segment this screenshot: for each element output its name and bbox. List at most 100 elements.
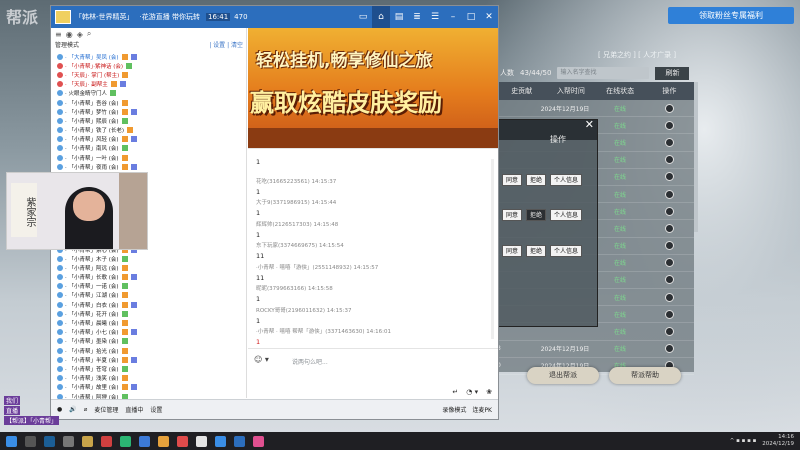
message-sender[interactable]: 辉辉帅(2126517303) 14:15:48 (256, 220, 338, 228)
member-item[interactable]: · 「小青帮」·紫神话 (会) (51, 61, 246, 70)
message-sender[interactable]: 花吃(31665223561) 14:15:37 (256, 177, 336, 185)
app-icon[interactable] (196, 435, 207, 447)
member-item[interactable]: · 「小青帮」白衣 (会) (51, 300, 246, 309)
message-sender[interactable]: 东下玩家(3374669675) 14:15:54 (256, 241, 344, 249)
action-icon[interactable] (665, 120, 674, 130)
minimize-icon[interactable]: – (444, 6, 462, 28)
live-button[interactable]: 直播中 (125, 405, 143, 414)
chat-bubble-icon[interactable]: ◔ ▾ (466, 388, 478, 396)
mic-manage-button[interactable]: 麦位管理 (94, 405, 118, 414)
action-icon[interactable] (665, 223, 674, 233)
action-icon[interactable] (665, 344, 674, 354)
panel-icon[interactable]: ▤ (390, 6, 408, 28)
member-item[interactable]: · 「天辰」· 副帮主 (51, 80, 246, 89)
volume-icon[interactable]: 🔊 (69, 406, 76, 413)
message-sender[interactable]: ·小青帮 · 嘻嘻 帮帮「游侠」(3371463630) 14:16:01 (256, 327, 391, 335)
welfare-button[interactable]: 领取粉丝专属福利 (668, 7, 794, 24)
promo-banner[interactable]: 轻松挂机,畅享修仙之旅 赢取炫酷皮肤奖励 (248, 28, 498, 148)
table-row[interactable]: 3 2024年12月19日 在线 (497, 341, 694, 358)
folder-icon[interactable] (63, 435, 74, 447)
table-scrollbar[interactable] (694, 82, 698, 232)
row-action[interactable] (645, 309, 694, 319)
member-item[interactable]: · 「小青帮」木子 (会) (51, 254, 246, 263)
row-action[interactable] (645, 223, 694, 233)
member-item[interactable]: · 「小青帮」晨曦 (会) (51, 318, 246, 327)
row-action[interactable] (645, 137, 694, 147)
mode-links[interactable]: | 设置 | 清空 (209, 40, 243, 52)
profile-button[interactable]: 个人信息 (550, 174, 583, 186)
search-icon[interactable]: ⌕ (87, 29, 91, 39)
menu-icon[interactable]: ☰ (426, 6, 444, 28)
row-action[interactable] (645, 327, 694, 337)
close-icon[interactable]: ✕ (480, 6, 498, 28)
row-action[interactable] (645, 103, 694, 113)
member-item[interactable]: · 「小青帮」一诺 (会) (51, 282, 246, 291)
row-action[interactable] (645, 241, 694, 251)
member-item[interactable]: · 「小青帮」风轻 (会) (51, 135, 246, 144)
action-icon[interactable] (665, 189, 674, 199)
member-item[interactable]: · 「小青帮」吾谷 (会) (51, 98, 246, 107)
member-item[interactable]: · 「小青帮」熙辰 (会) (51, 116, 246, 125)
action-icon[interactable] (665, 103, 674, 113)
row-action[interactable] (645, 206, 694, 216)
row-action[interactable] (645, 275, 694, 285)
mic-icon[interactable]: ⌀ (84, 406, 88, 413)
approve-button[interactable]: 同意 (502, 174, 523, 186)
guild-help-button[interactable]: 帮派帮助 (609, 367, 681, 384)
explorer-icon[interactable] (158, 435, 169, 447)
member-item[interactable]: · 「小青帮」江湖 (会) (51, 291, 246, 300)
member-item[interactable]: · 「小青帮」南风 (会) (51, 144, 246, 153)
mode-selector[interactable]: 管理模式 (55, 40, 79, 52)
member-item[interactable]: · 「天辰」· 掌门 (帮主) (51, 70, 246, 79)
game-icon[interactable] (82, 435, 93, 447)
message-sender[interactable]: 昵昵(3799663166) 14:15:58 (256, 284, 333, 292)
send-icon[interactable]: ↵ (452, 388, 458, 396)
member-item[interactable]: · 「小青帮」苍穹 (会) (51, 364, 246, 373)
row-action[interactable] (645, 258, 694, 268)
row-action[interactable] (645, 344, 694, 354)
member-item[interactable]: · 「小青帮」浅笑 (会) (51, 374, 246, 383)
close-icon[interactable]: ✕ (585, 118, 594, 131)
app-icon[interactable] (177, 435, 188, 447)
stream-app-icon[interactable] (253, 435, 264, 447)
action-icon[interactable] (665, 206, 674, 216)
chrome-icon[interactable] (120, 435, 131, 447)
message-sender[interactable]: ROCKY哥哥(2196011632) 14:15:37 (256, 306, 352, 314)
member-item[interactable]: · 「小青帮」阿远 (会) (51, 263, 246, 272)
member-item[interactable]: · 火眼金睛守门人 (51, 89, 246, 98)
exit-guild-button[interactable]: 退出帮派 (527, 367, 599, 384)
reject-button[interactable]: 拒绝 (526, 209, 547, 221)
video-icon[interactable] (101, 435, 112, 447)
action-icon[interactable] (665, 137, 674, 147)
approve-button[interactable]: 同意 (502, 209, 523, 221)
table-row[interactable]: 2024年12月19日 在线 (497, 100, 694, 118)
member-search-input[interactable]: 输入名字查找 (557, 67, 650, 79)
row-action[interactable] (645, 172, 694, 182)
edge-icon[interactable] (139, 435, 150, 447)
home-icon[interactable]: ⌂ (372, 6, 390, 28)
list-icon[interactable]: ≣ (408, 6, 426, 28)
maximize-icon[interactable]: □ (462, 6, 480, 28)
person-icon[interactable]: ◉ (66, 30, 73, 39)
list-icon[interactable]: ≡ (55, 30, 62, 39)
member-item[interactable]: · 「小青帮」墨染 (会) (51, 337, 246, 346)
pk-button[interactable]: 连麦PK (472, 405, 492, 414)
action-icon[interactable] (665, 258, 674, 268)
profile-button[interactable]: 个人信息 (550, 209, 583, 221)
tray-icons[interactable]: ^ ▪ ▪ ▪ ▪ (730, 438, 757, 444)
action-icon[interactable] (665, 309, 674, 319)
action-icon[interactable] (665, 241, 674, 251)
member-item[interactable]: · 「小青帮」铁了 (长老) (51, 126, 246, 135)
profile-button[interactable]: 个人信息 (550, 245, 583, 257)
message-sender[interactable]: 大于9(3371986915) 14:15:44 (256, 198, 336, 206)
row-action[interactable] (645, 189, 694, 199)
gamepad-icon[interactable]: ☺ ▾ (254, 355, 269, 364)
windows-icon[interactable] (6, 435, 17, 447)
flower-icon[interactable]: ❀ (486, 388, 492, 396)
message-sender[interactable]: ·小青帮 · 嘻嘻「游侠」(2551148932) 14:15:57 (256, 263, 378, 271)
action-icon[interactable] (665, 292, 674, 302)
row-action[interactable] (645, 120, 694, 130)
action-icon[interactable] (665, 172, 674, 182)
message-input[interactable]: 说两句么吧... (292, 357, 328, 366)
record-mode-button[interactable]: 录像模式 (442, 405, 466, 414)
